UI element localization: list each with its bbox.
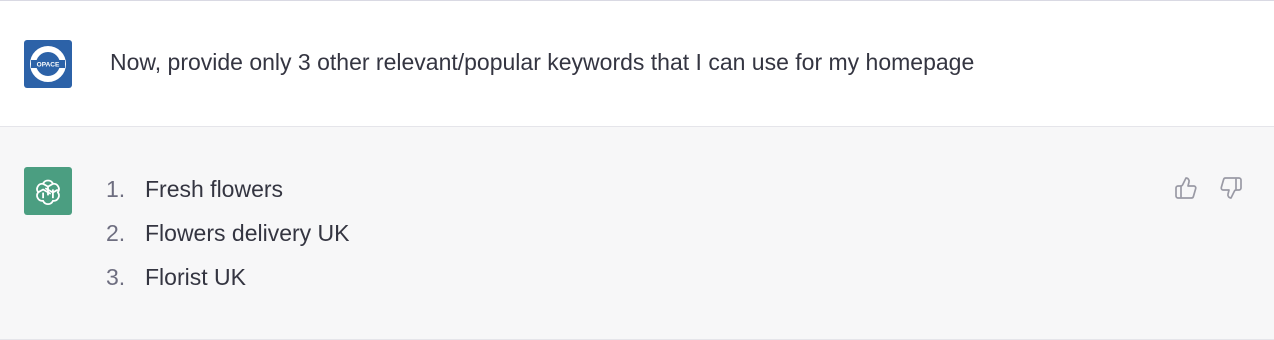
list-item-text: Fresh flowers	[145, 176, 284, 202]
list-item-text: Flowers delivery UK	[145, 220, 350, 246]
openai-logo-icon	[36, 179, 60, 205]
assistant-message-row: 1. Fresh flowers 2. Flowers delivery UK …	[0, 127, 1274, 340]
user-avatar-label: OPACE	[37, 62, 60, 69]
user-message-row: OPACE Now, provide only 3 other relevant…	[0, 0, 1274, 127]
opace-logo-icon: OPACE	[30, 46, 66, 82]
list-item-number: 3.	[106, 264, 126, 290]
chat-thread: OPACE Now, provide only 3 other relevant…	[0, 0, 1274, 340]
list-item-text: Florist UK	[145, 264, 246, 290]
thumbs-down-icon	[1220, 177, 1242, 199]
list-item: 2. Flowers delivery UK	[106, 219, 350, 263]
list-item: 3. Florist UK	[106, 263, 350, 307]
dislike-button[interactable]	[1217, 174, 1245, 202]
user-message-text: Now, provide only 3 other relevant/popul…	[110, 49, 975, 75]
list-item: 1. Fresh flowers	[106, 175, 350, 219]
assistant-avatar	[24, 167, 72, 215]
list-item-number: 2.	[106, 220, 126, 246]
like-button[interactable]	[1172, 174, 1200, 202]
thumbs-up-icon	[1175, 177, 1197, 199]
list-item-number: 1.	[106, 176, 126, 202]
keyword-list: 1. Fresh flowers 2. Flowers delivery UK …	[106, 175, 350, 307]
user-avatar: OPACE	[24, 40, 72, 88]
